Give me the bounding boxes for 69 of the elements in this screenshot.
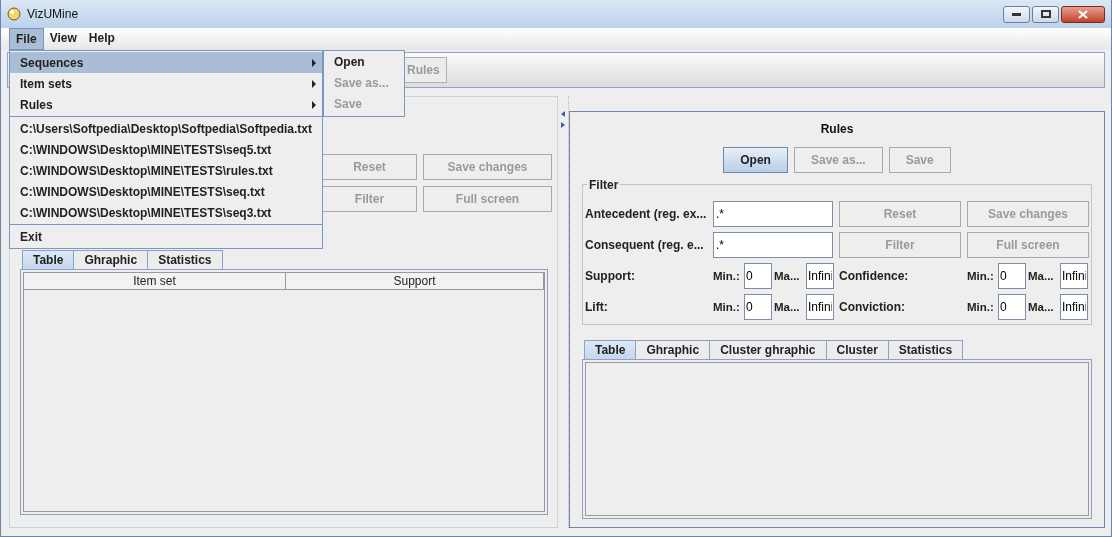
menu-item-label: C:\WINDOWS\Desktop\MINE\TESTS\seq3.txt <box>20 205 272 220</box>
maximize-icon <box>1040 10 1051 18</box>
close-button[interactable] <box>1061 5 1105 23</box>
max-field[interactable]: Infini <box>806 263 834 289</box>
collapse-arrows-icon <box>560 110 566 130</box>
maximize-button[interactable] <box>1032 5 1059 23</box>
column-header[interactable]: Item set <box>24 273 286 290</box>
field-label: Confidence: <box>839 269 910 283</box>
minimize-icon <box>1012 12 1021 16</box>
max-label: Ma... <box>774 270 801 282</box>
menu-item[interactable]: Item sets <box>10 73 322 94</box>
field-label: Antecedent (reg. ex... <box>585 207 707 221</box>
menu-item[interactable]: View <box>43 28 83 50</box>
field-label: Support: <box>585 269 636 283</box>
field-label: Lift: <box>585 300 609 314</box>
menu-item-label: C:\WINDOWS\Desktop\MINE\TESTS\seq.txt <box>20 184 265 199</box>
tab[interactable]: Statistics <box>147 250 223 269</box>
submenu-arrow-icon <box>312 100 316 109</box>
max-field[interactable]: Infini <box>1060 263 1088 289</box>
field-label: Consequent (reg. e... <box>585 238 705 252</box>
submenu-arrow-icon <box>312 79 316 88</box>
tab[interactable]: Cluster ghraphic <box>709 340 827 359</box>
menu-item-label: Item sets <box>20 76 73 91</box>
tab[interactable]: Table <box>584 340 637 359</box>
app-icon <box>7 7 21 21</box>
menu-item-label: C:\WINDOWS\Desktop\MINE\TESTS\rules.txt <box>20 163 273 178</box>
menu-item[interactable]: Help <box>82 28 121 50</box>
menu-item[interactable]: C:\WINDOWS\Desktop\MINE\TESTS\seq5.txt <box>10 139 322 160</box>
menu-item[interactable]: Sequences <box>10 52 322 73</box>
menu-item[interactable]: C:\WINDOWS\Desktop\MINE\TESTS\seq3.txt <box>10 202 322 223</box>
regex-field[interactable]: .* <box>713 232 833 258</box>
min-label: Min.: <box>713 270 741 282</box>
tab[interactable]: Statistics <box>887 340 964 359</box>
min-label: Min.: <box>967 270 995 282</box>
menu-item-label: C:\Users\Softpedia\Desktop\Softpedia\Softpedia.txt <box>20 121 313 136</box>
column-header[interactable]: Support <box>286 273 544 290</box>
max-field[interactable]: Infini <box>1060 294 1088 320</box>
group-title: Filter <box>587 178 621 192</box>
field-label: Conviction: <box>839 300 906 314</box>
minimize-button[interactable] <box>1003 5 1030 23</box>
min-field[interactable]: 0 <box>744 263 772 289</box>
max-field[interactable]: Infini <box>806 294 834 320</box>
menu-item[interactable]: File <box>9 28 44 50</box>
menu-item-label: Exit <box>20 229 42 244</box>
min-field[interactable]: 0 <box>998 263 1026 289</box>
menu-item[interactable]: Rules <box>10 94 322 115</box>
tab[interactable]: Table <box>22 250 75 269</box>
submenu-arrow-icon <box>312 58 316 67</box>
regex-field[interactable]: .* <box>713 201 833 227</box>
min-label: Min.: <box>967 301 995 313</box>
min-label: Min.: <box>713 301 741 313</box>
window-title: VizUMine <box>27 7 79 21</box>
menu-item[interactable]: Exit <box>10 226 322 247</box>
max-label: Ma... <box>1028 270 1055 282</box>
menu-item[interactable]: C:\WINDOWS\Desktop\MINE\TESTS\rules.txt <box>10 160 322 181</box>
menu-item-label: Sequences <box>20 55 84 70</box>
file-button[interactable]: Open <box>723 147 788 173</box>
max-label: Ma... <box>774 301 801 313</box>
tab[interactable]: Ghraphic <box>635 340 711 359</box>
min-field[interactable]: 0 <box>998 294 1026 320</box>
menu-item[interactable]: C:\Users\Softpedia\Desktop\Softpedia\Softpedia.txt <box>10 118 322 139</box>
menu-item[interactable]: C:\WINDOWS\Desktop\MINE\TESTS\seq.txt <box>10 181 322 202</box>
max-label: Ma... <box>1028 301 1055 313</box>
tab[interactable]: Ghraphic <box>73 250 149 269</box>
menu-item-label: C:\WINDOWS\Desktop\MINE\TESTS\seq5.txt <box>20 142 272 157</box>
min-field[interactable]: 0 <box>744 294 772 320</box>
panel-title: Rules <box>819 122 855 136</box>
menu-item-label: Rules <box>20 97 53 112</box>
close-icon <box>1078 9 1088 19</box>
